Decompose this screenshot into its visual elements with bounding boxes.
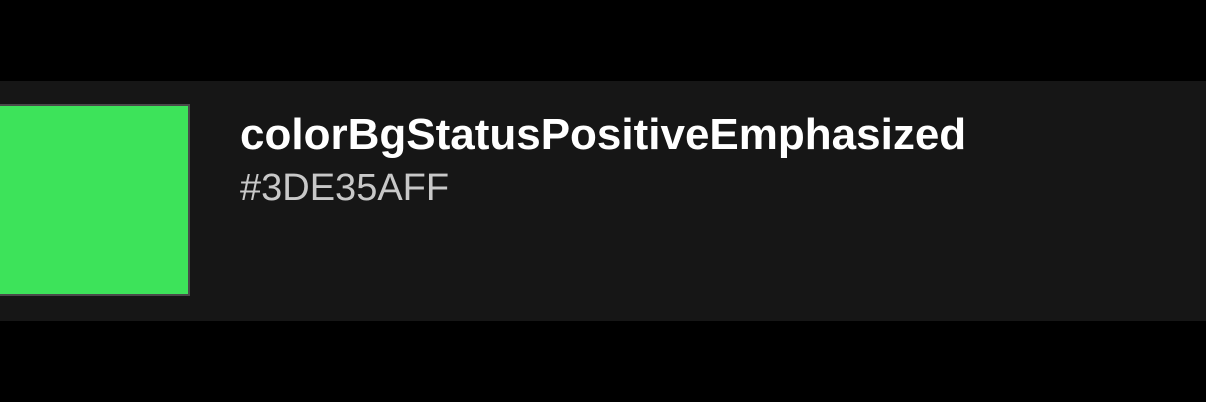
- color-token-row[interactable]: colorBgStatusPositiveEmphasized #3DE35AF…: [0, 81, 1206, 321]
- token-name: colorBgStatusPositiveEmphasized: [240, 110, 967, 159]
- color-swatch: [0, 104, 190, 296]
- token-hex-value: #3DE35AFF: [240, 167, 450, 209]
- screen: colorBgStatusPositiveEmphasized #3DE35AF…: [0, 0, 1206, 402]
